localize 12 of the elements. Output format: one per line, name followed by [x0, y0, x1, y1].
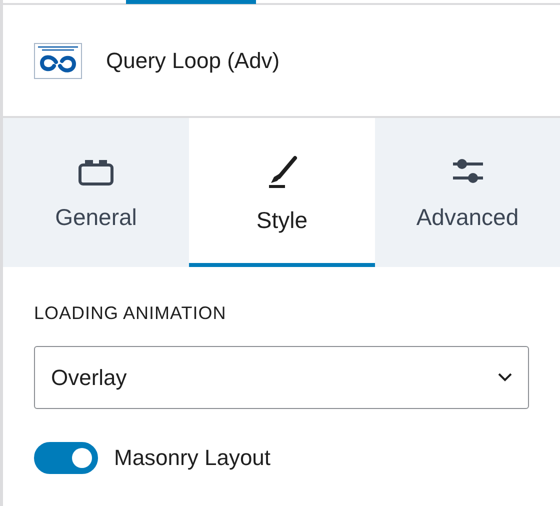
section-label: LOADING ANIMATION [34, 303, 228, 324]
masonry-toggle[interactable] [34, 442, 98, 474]
block-title: Query Loop (Adv) [106, 48, 280, 74]
tab[interactable]: Advanced [375, 118, 560, 267]
tab[interactable]: Style [189, 118, 375, 267]
animation-select[interactable]: Overlay [34, 346, 529, 409]
chevron-down-icon [498, 373, 512, 382]
loop-icon [34, 42, 82, 78]
sliders-icon [450, 158, 484, 186]
toggle-label: Masonry Layout [114, 445, 271, 471]
block-icon [78, 158, 114, 186]
tab[interactable]: General [3, 118, 189, 267]
